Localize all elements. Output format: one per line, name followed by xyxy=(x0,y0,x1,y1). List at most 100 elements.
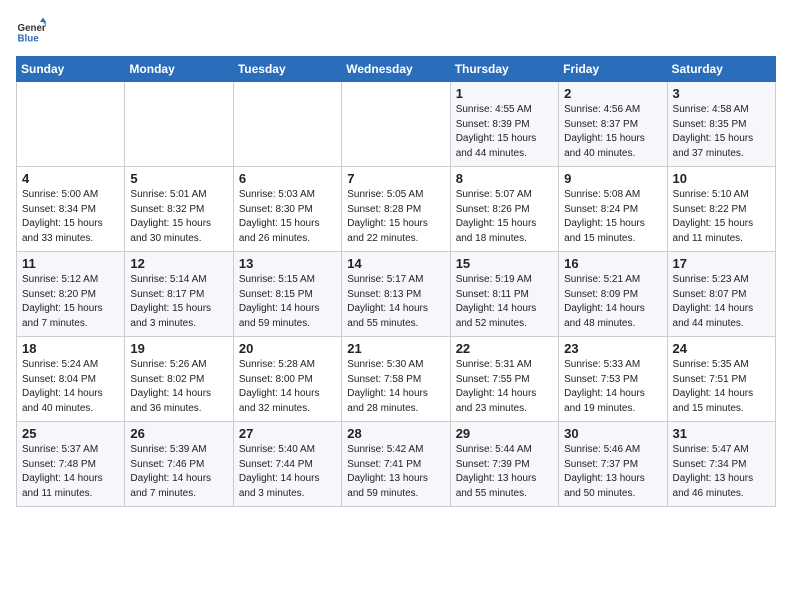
day-number: 4 xyxy=(22,171,119,186)
day-number: 14 xyxy=(347,256,444,271)
day-info: Sunrise: 5:26 AM Sunset: 8:02 PM Dayligh… xyxy=(130,358,227,416)
col-header-tuesday: Tuesday xyxy=(233,57,341,82)
day-number: 22 xyxy=(456,341,553,356)
day-info: Sunrise: 5:30 AM Sunset: 7:58 PM Dayligh… xyxy=(347,358,444,416)
day-info: Sunrise: 5:23 AM Sunset: 8:07 PM Dayligh… xyxy=(673,273,770,331)
day-cell: 3 Sunrise: 4:58 AM Sunset: 8:35 PM Daylig… xyxy=(667,82,775,167)
day-cell: 5 Sunrise: 5:01 AM Sunset: 8:32 PM Daylig… xyxy=(125,167,233,252)
day-number: 9 xyxy=(564,171,661,186)
day-cell: 7 Sunrise: 5:05 AM Sunset: 8:28 PM Daylig… xyxy=(342,167,450,252)
day-number: 12 xyxy=(130,256,227,271)
day-number: 7 xyxy=(347,171,444,186)
day-info: Sunrise: 4:55 AM Sunset: 8:39 PM Dayligh… xyxy=(456,103,553,161)
day-cell: 16Sunrise: 5:21 AM Sunset: 8:09 PM Dayli… xyxy=(559,252,667,337)
day-cell: 25 Sunrise: 5:37 AM Sunset: 7:48 PM Dayli… xyxy=(17,422,125,507)
week-row-1: 1 Sunrise: 4:55 AM Sunset: 8:39 PM Daylig… xyxy=(17,82,776,167)
day-info: Sunrise: 5:07 AM Sunset: 8:26 PM Dayligh… xyxy=(456,188,553,246)
day-cell: 18 Sunrise: 5:24 AM Sunset: 8:04 PM Dayli… xyxy=(17,337,125,422)
day-number: 30 xyxy=(564,426,661,441)
day-info: Sunrise: 5:00 AM Sunset: 8:34 PM Dayligh… xyxy=(22,188,119,246)
col-header-saturday: Saturday xyxy=(667,57,775,82)
week-row-3: 11 Sunrise: 5:12 AM Sunset: 8:20 PM Dayli… xyxy=(17,252,776,337)
day-cell: 6 Sunrise: 5:03 AM Sunset: 8:30 PM Daylig… xyxy=(233,167,341,252)
day-info: Sunrise: 5:42 AM Sunset: 7:41 PM Dayligh… xyxy=(347,443,444,501)
day-cell: 11 Sunrise: 5:12 AM Sunset: 8:20 PM Dayli… xyxy=(17,252,125,337)
day-number: 6 xyxy=(239,171,336,186)
logo-icon: General Blue xyxy=(16,16,46,46)
day-number: 23 xyxy=(564,341,661,356)
day-cell: 23Sunrise: 5:33 AM Sunset: 7:53 PM Dayli… xyxy=(559,337,667,422)
day-info: Sunrise: 5:01 AM Sunset: 8:32 PM Dayligh… xyxy=(130,188,227,246)
day-info: Sunrise: 5:05 AM Sunset: 8:28 PM Dayligh… xyxy=(347,188,444,246)
day-info: Sunrise: 4:58 AM Sunset: 8:35 PM Dayligh… xyxy=(673,103,770,161)
day-info: Sunrise: 5:10 AM Sunset: 8:22 PM Dayligh… xyxy=(673,188,770,246)
day-cell: 17 Sunrise: 5:23 AM Sunset: 8:07 PM Dayli… xyxy=(667,252,775,337)
day-number: 20 xyxy=(239,341,336,356)
col-header-sunday: Sunday xyxy=(17,57,125,82)
day-info: Sunrise: 5:24 AM Sunset: 8:04 PM Dayligh… xyxy=(22,358,119,416)
day-number: 26 xyxy=(130,426,227,441)
day-cell: 9 Sunrise: 5:08 AM Sunset: 8:24 PM Daylig… xyxy=(559,167,667,252)
day-cell: 19 Sunrise: 5:26 AM Sunset: 8:02 PM Dayli… xyxy=(125,337,233,422)
day-cell xyxy=(233,82,341,167)
col-header-friday: Friday xyxy=(559,57,667,82)
col-header-wednesday: Wednesday xyxy=(342,57,450,82)
day-number: 31 xyxy=(673,426,770,441)
day-number: 2 xyxy=(564,86,661,101)
day-cell: 28 Sunrise: 5:42 AM Sunset: 7:41 PM Dayli… xyxy=(342,422,450,507)
day-cell: 27 Sunrise: 5:40 AM Sunset: 7:44 PM Dayli… xyxy=(233,422,341,507)
day-cell: 21Sunrise: 5:30 AM Sunset: 7:58 PM Dayli… xyxy=(342,337,450,422)
col-header-monday: Monday xyxy=(125,57,233,82)
day-number: 29 xyxy=(456,426,553,441)
day-number: 13 xyxy=(239,256,336,271)
day-info: Sunrise: 5:12 AM Sunset: 8:20 PM Dayligh… xyxy=(22,273,119,331)
day-cell: 4 Sunrise: 5:00 AM Sunset: 8:34 PM Daylig… xyxy=(17,167,125,252)
day-cell: 24 Sunrise: 5:35 AM Sunset: 7:51 PM Dayli… xyxy=(667,337,775,422)
day-cell: 8 Sunrise: 5:07 AM Sunset: 8:26 PM Daylig… xyxy=(450,167,558,252)
day-cell: 10Sunrise: 5:10 AM Sunset: 8:22 PM Dayli… xyxy=(667,167,775,252)
day-number: 24 xyxy=(673,341,770,356)
week-row-4: 18 Sunrise: 5:24 AM Sunset: 8:04 PM Dayli… xyxy=(17,337,776,422)
day-info: Sunrise: 5:44 AM Sunset: 7:39 PM Dayligh… xyxy=(456,443,553,501)
calendar-table: SundayMondayTuesdayWednesdayThursdayFrid… xyxy=(16,56,776,507)
svg-text:Blue: Blue xyxy=(18,34,40,45)
day-number: 3 xyxy=(673,86,770,101)
day-info: Sunrise: 5:47 AM Sunset: 7:34 PM Dayligh… xyxy=(673,443,770,501)
day-cell: 14Sunrise: 5:17 AM Sunset: 8:13 PM Dayli… xyxy=(342,252,450,337)
day-cell xyxy=(342,82,450,167)
day-info: Sunrise: 5:03 AM Sunset: 8:30 PM Dayligh… xyxy=(239,188,336,246)
day-cell: 31 Sunrise: 5:47 AM Sunset: 7:34 PM Dayli… xyxy=(667,422,775,507)
day-cell: 26Sunrise: 5:39 AM Sunset: 7:46 PM Dayli… xyxy=(125,422,233,507)
day-number: 18 xyxy=(22,341,119,356)
day-cell: 22 Sunrise: 5:31 AM Sunset: 7:55 PM Dayli… xyxy=(450,337,558,422)
day-info: Sunrise: 5:08 AM Sunset: 8:24 PM Dayligh… xyxy=(564,188,661,246)
day-info: Sunrise: 5:14 AM Sunset: 8:17 PM Dayligh… xyxy=(130,273,227,331)
day-info: Sunrise: 5:19 AM Sunset: 8:11 PM Dayligh… xyxy=(456,273,553,331)
week-row-5: 25 Sunrise: 5:37 AM Sunset: 7:48 PM Dayli… xyxy=(17,422,776,507)
day-number: 11 xyxy=(22,256,119,271)
week-row-2: 4 Sunrise: 5:00 AM Sunset: 8:34 PM Daylig… xyxy=(17,167,776,252)
day-number: 17 xyxy=(673,256,770,271)
day-cell: 30 Sunrise: 5:46 AM Sunset: 7:37 PM Dayli… xyxy=(559,422,667,507)
day-cell: 2Sunrise: 4:56 AM Sunset: 8:37 PM Daylig… xyxy=(559,82,667,167)
day-info: Sunrise: 5:40 AM Sunset: 7:44 PM Dayligh… xyxy=(239,443,336,501)
day-number: 5 xyxy=(130,171,227,186)
day-info: Sunrise: 5:31 AM Sunset: 7:55 PM Dayligh… xyxy=(456,358,553,416)
day-cell: 29 Sunrise: 5:44 AM Sunset: 7:39 PM Dayli… xyxy=(450,422,558,507)
day-number: 28 xyxy=(347,426,444,441)
day-info: Sunrise: 5:37 AM Sunset: 7:48 PM Dayligh… xyxy=(22,443,119,501)
day-info: Sunrise: 5:46 AM Sunset: 7:37 PM Dayligh… xyxy=(564,443,661,501)
day-number: 1 xyxy=(456,86,553,101)
logo: General Blue xyxy=(16,16,46,46)
header: General Blue xyxy=(16,16,776,46)
day-cell: 13 Sunrise: 5:15 AM Sunset: 8:15 PM Dayli… xyxy=(233,252,341,337)
day-info: Sunrise: 5:35 AM Sunset: 7:51 PM Dayligh… xyxy=(673,358,770,416)
day-number: 25 xyxy=(22,426,119,441)
day-number: 8 xyxy=(456,171,553,186)
header-row: SundayMondayTuesdayWednesdayThursdayFrid… xyxy=(17,57,776,82)
day-number: 19 xyxy=(130,341,227,356)
day-number: 27 xyxy=(239,426,336,441)
day-cell: 15Sunrise: 5:19 AM Sunset: 8:11 PM Dayli… xyxy=(450,252,558,337)
day-info: Sunrise: 5:21 AM Sunset: 8:09 PM Dayligh… xyxy=(564,273,661,331)
day-info: Sunrise: 5:15 AM Sunset: 8:15 PM Dayligh… xyxy=(239,273,336,331)
